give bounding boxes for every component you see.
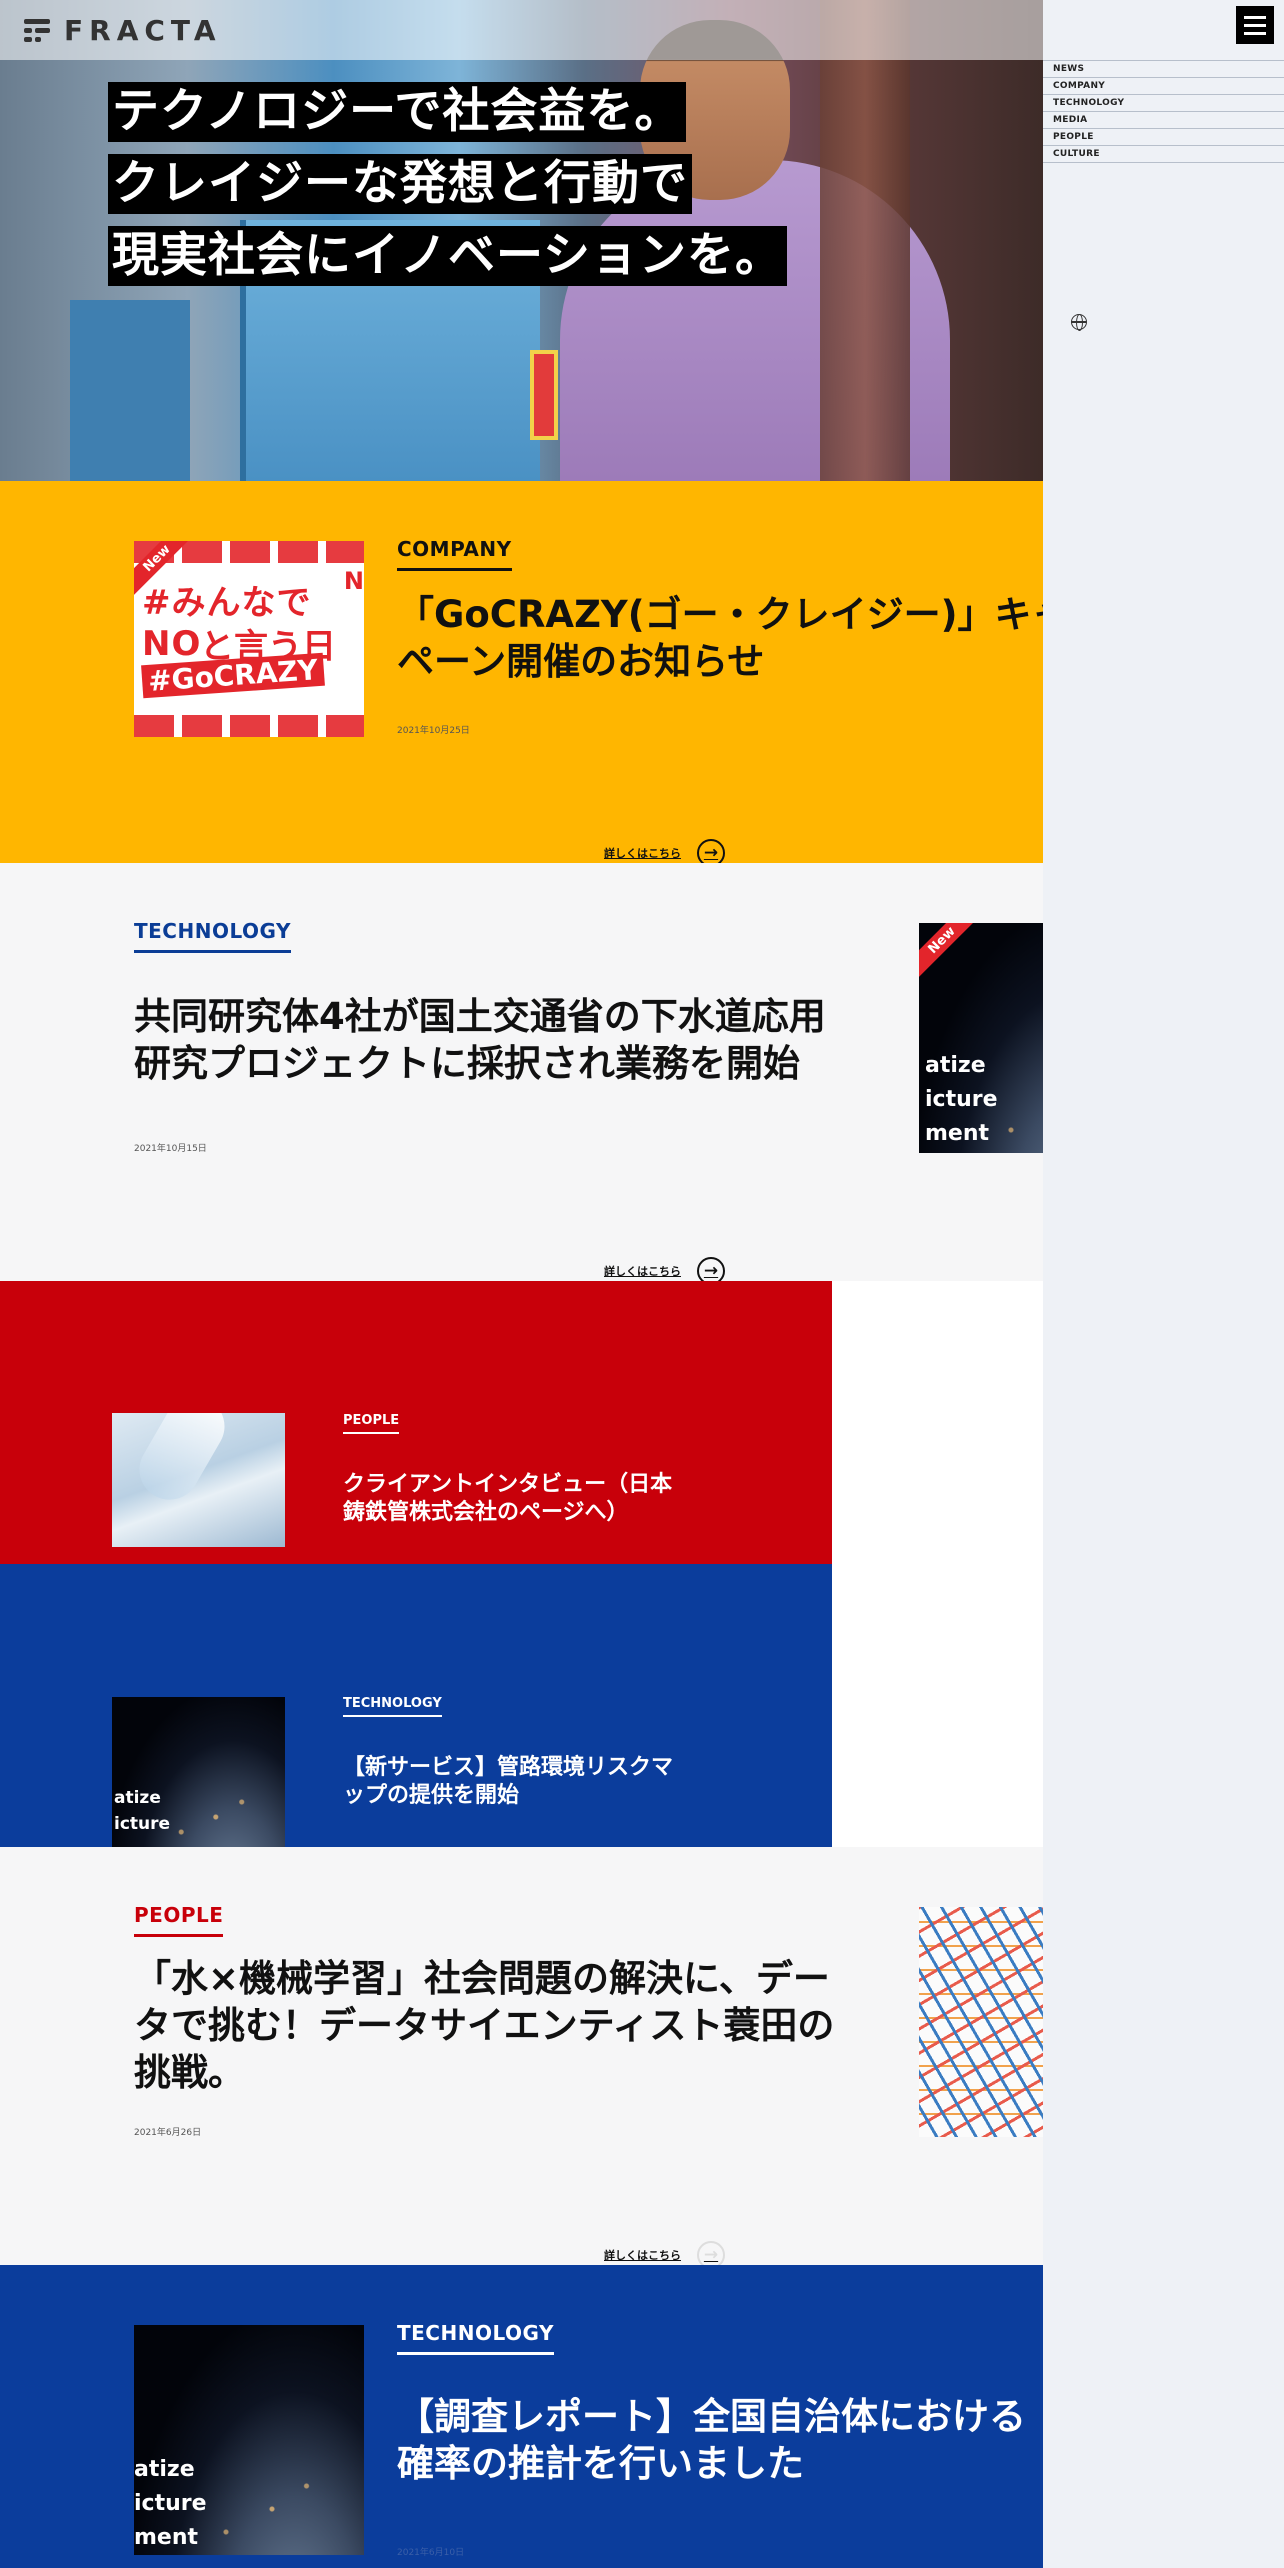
logo-mark-icon	[24, 17, 50, 43]
hero-tagline: テクノロジーで社会益を。 クレイジーな発想と行動で 現実社会にイノベーションを。	[108, 82, 788, 298]
hero-section: テクノロジーで社会益を。 クレイジーな発想と行動で 現実社会にイノベーションを。	[0, 0, 1043, 481]
thumbnail-text: atize icture	[114, 1788, 171, 1834]
feature-title[interactable]: 共同研究体4社が国土交通省の下水道応用 研究プロジェクトに採択され業務を開始	[134, 993, 894, 1087]
card-people[interactable]: PEOPLE クライアントインタビュー（日本 鋳鉄管株式会社のページへ）	[0, 1281, 832, 1564]
feature-date: 2021年6月10日	[397, 2548, 465, 2558]
feature-title[interactable]: 「GoCRAZY(ゴー・クレイジー)」キャ ペーン開催のお知らせ	[397, 591, 1043, 685]
site-logo[interactable]: FRACTA	[24, 14, 222, 47]
nav-item-people[interactable]: PEOPLE	[1043, 129, 1284, 146]
globe-icon[interactable]	[1071, 314, 1087, 331]
hero-photo-sign	[530, 350, 558, 440]
feature-company[interactable]: #みんなでNO と言う日 #GoCRAZY N New COMPANY 「GoC…	[0, 481, 1043, 863]
card-thumbnail[interactable]: atize icture	[112, 1697, 285, 1847]
card-category[interactable]: PEOPLE	[343, 1413, 400, 1434]
hero-tagline-line: テクノロジーで社会益を。	[108, 82, 687, 142]
nav-item-company[interactable]: COMPANY	[1043, 78, 1284, 95]
thumbnail-text: atize icture ment	[925, 1053, 998, 1146]
hero-tagline-line: 現実社会にイノベーションを。	[108, 226, 788, 286]
read-more-label: 詳しくはこちら	[604, 2249, 681, 2262]
feature-category[interactable]: TECHNOLOGY	[397, 2321, 554, 2355]
hero-tagline-line: クレイジーな発想と行動で	[108, 154, 692, 214]
feature-title-line: 挑戦。	[134, 2051, 245, 2094]
card-title[interactable]: クライアントインタビュー（日本 鋳鉄管株式会社のページへ）	[343, 1471, 723, 1527]
feature-category[interactable]: TECHNOLOGY	[134, 919, 291, 953]
read-more-label: 詳しくはこちら	[604, 847, 681, 860]
feature-title-line: 研究プロジェクトに採択され業務を開始	[134, 1042, 800, 1085]
side-nav: NEWS COMPANY TECHNOLOGY MEDIA PEOPLE CUL…	[1043, 60, 1284, 163]
nav-item-technology[interactable]: TECHNOLOGY	[1043, 95, 1284, 112]
read-more-link[interactable]: 詳しくはこちら →	[604, 839, 725, 863]
nav-item-media[interactable]: MEDIA	[1043, 112, 1284, 129]
feature-title-line: タで挑む！データサイエンティスト蓑田の	[134, 2004, 835, 2047]
feature-title-line: 「GoCRAZY(ゴー・クレイジー)」キャ	[397, 593, 1043, 636]
feature-date: 2021年10月25日	[397, 726, 470, 736]
card-title-line: クライアントインタビュー（日本	[343, 1472, 673, 1497]
card-category[interactable]: TECHNOLOGY	[343, 1696, 442, 1717]
feature-thumbnail[interactable]: atize icture ment New	[919, 923, 1043, 1153]
hero-photo-door-left	[70, 300, 190, 481]
thumbnail-text: N	[343, 567, 364, 595]
hamburger-icon[interactable]	[1236, 6, 1274, 44]
nav-item-culture[interactable]: CULTURE	[1043, 146, 1284, 163]
nav-item-news[interactable]: NEWS	[1043, 60, 1284, 78]
feature-title-line: 確率の推計を行いました	[397, 2442, 804, 2485]
main-content: テクノロジーで社会益を。 クレイジーな発想と行動で 現実社会にイノベーションを。…	[0, 0, 1043, 2568]
arrow-right-icon: →	[697, 839, 725, 863]
feature-title-line: 共同研究体4社が国土交通省の下水道応用	[134, 995, 826, 1038]
feature-people[interactable]: PEOPLE 「水×機械学習」社会問題の解決に、デー タで挑む！データサイエンテ…	[0, 1847, 1043, 2265]
feature-title-line: 【調査レポート】全国自治体における	[397, 2395, 1026, 2438]
feature-thumbnail[interactable]: #みんなでNO と言う日 #GoCRAZY N New	[134, 541, 364, 737]
card-technology[interactable]: atize icture TECHNOLOGY 【新サービス】管路環境リスクマ …	[0, 1564, 832, 1847]
feature-category[interactable]: PEOPLE	[134, 1903, 224, 1937]
feature-title[interactable]: 【調査レポート】全国自治体における 確率の推計を行いました	[397, 2393, 1043, 2487]
feature-title-line: 「水×機械学習」社会問題の解決に、デー	[134, 1957, 830, 2000]
card-title-line: 鋳鉄管株式会社のページへ）	[343, 1500, 629, 1525]
card-title-line: ップの提供を開始	[343, 1783, 520, 1808]
read-more-link[interactable]: 詳しくはこちら →	[604, 2241, 725, 2265]
card-thumbnail[interactable]	[112, 1413, 285, 1547]
feature-title[interactable]: 「水×機械学習」社会問題の解決に、デー タで挑む！データサイエンティスト蓑田の …	[134, 1955, 894, 2096]
feature-title-line: ペーン開催のお知らせ	[397, 640, 765, 683]
feature-technology-report[interactable]: atize icture ment TECHNOLOGY 【調査レポート】全国自…	[0, 2265, 1043, 2568]
read-more-label: 詳しくはこちら	[604, 1265, 681, 1278]
logo-text: FRACTA	[64, 13, 222, 47]
side-panel: NEWS COMPANY TECHNOLOGY MEDIA PEOPLE CUL…	[1043, 0, 1284, 2568]
feature-thumbnail[interactable]: atize icture ment	[134, 2325, 364, 2555]
feature-category[interactable]: COMPANY	[397, 537, 512, 571]
card-title-line: 【新サービス】管路環境リスクマ	[343, 1755, 674, 1780]
feature-technology[interactable]: TECHNOLOGY 共同研究体4社が国土交通省の下水道応用 研究プロジェクトに…	[0, 863, 1043, 1281]
site-header: FRACTA	[0, 0, 1043, 60]
read-more-link[interactable]: 詳しくはこちら →	[604, 1257, 725, 1281]
thumbnail-text: atize icture ment	[134, 2457, 207, 2550]
feature-thumbnail[interactable]	[919, 1907, 1043, 2137]
arrow-right-icon: →	[697, 1257, 725, 1281]
feature-date: 2021年6月26日	[134, 2128, 202, 2138]
arrow-right-icon: →	[697, 2241, 725, 2265]
card-title[interactable]: 【新サービス】管路環境リスクマ ップの提供を開始	[343, 1754, 723, 1810]
hero-photo-pole	[820, 0, 910, 481]
feature-date: 2021年10月15日	[134, 1144, 207, 1154]
